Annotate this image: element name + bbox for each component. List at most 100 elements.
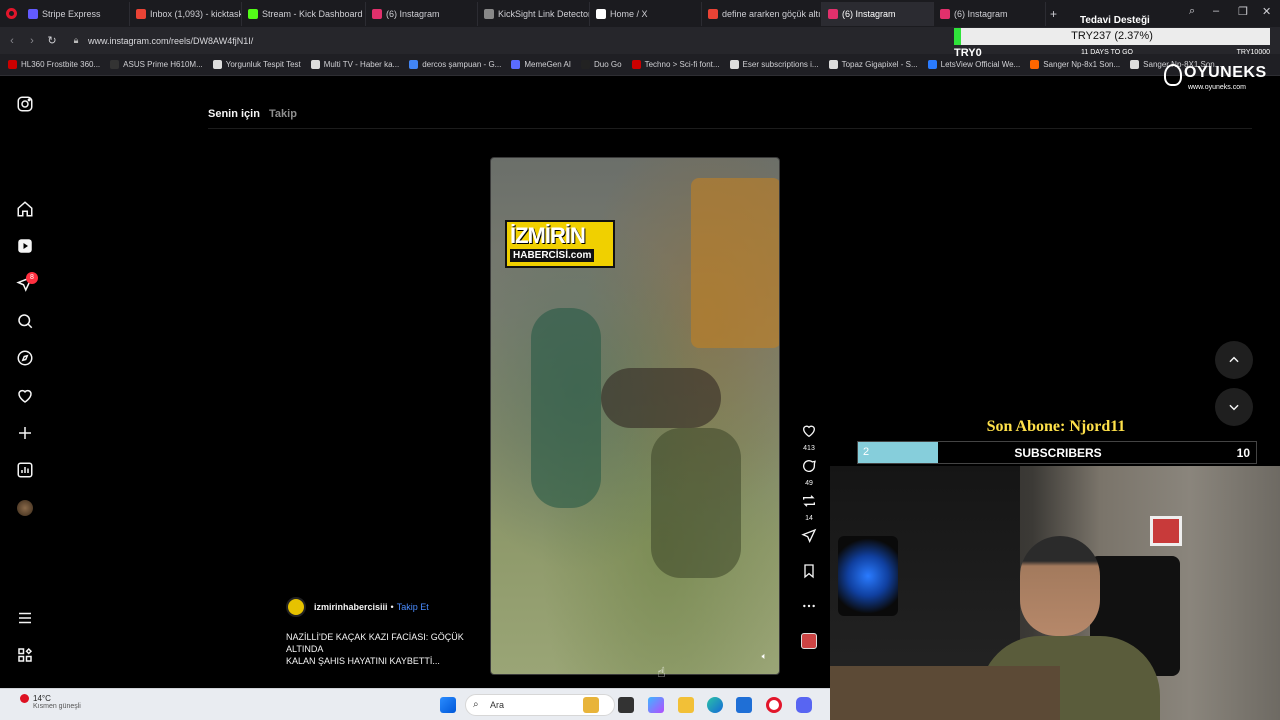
bookmark-label: dercos şampuan - G...	[422, 60, 502, 69]
tab-favicon-icon	[596, 8, 606, 19]
sponsor-icon	[1164, 64, 1182, 86]
weather-desc: Kısmen güneşli	[33, 703, 81, 710]
audio-thumbnail[interactable]	[796, 633, 822, 654]
bookmark-favicon-icon	[8, 60, 17, 69]
feed-divider	[208, 128, 1252, 129]
more-icon	[803, 604, 815, 608]
donation-title: Tedavi Desteği	[1080, 15, 1150, 26]
person-crouching	[651, 428, 741, 578]
bookmark-favicon-icon	[828, 60, 838, 69]
tab-for-you[interactable]: Senin için	[208, 108, 260, 120]
store-icon[interactable]	[736, 697, 752, 713]
bookmark-item[interactable]: HL360 Frostbite 360...	[8, 60, 100, 69]
bookmark-item[interactable]: Techno > Sci-fi font...	[631, 60, 720, 69]
comment-button[interactable]: 49	[796, 458, 822, 487]
reload-icon[interactable]: ↻	[42, 34, 62, 47]
file-explorer-icon[interactable]	[678, 697, 694, 713]
bookmark-favicon-icon	[409, 60, 419, 69]
save-button[interactable]	[796, 563, 822, 584]
chevron-up-icon	[1229, 356, 1239, 363]
windows-taskbar: 14°C Kısmen güneşli ⌕ Ara	[0, 688, 830, 720]
repost-icon	[803, 495, 815, 507]
search-icon[interactable]	[16, 312, 34, 330]
start-icon[interactable]	[440, 697, 456, 713]
bookmark-favicon-icon	[310, 60, 320, 69]
lock-icon: 🔒︎	[73, 35, 79, 45]
share-button[interactable]	[796, 528, 822, 549]
forward-icon[interactable]: ›	[22, 35, 42, 47]
bookmark-item[interactable]: Multi TV - Haber ka...	[310, 60, 399, 69]
reel-video[interactable]: İZMİRİN HABERCİSİ.com 🔈︎	[490, 157, 780, 675]
browser-tab[interactable]: Stream - Kick Dashboard	[242, 1, 366, 26]
taskbar-search-placeholder: Ara	[490, 700, 505, 710]
browser-tab[interactable]: Inbox (1,093) - kicktaskine	[130, 1, 242, 26]
browser-tab[interactable]: KickSight Link Detector	[478, 1, 590, 26]
bookmark-label: Topaz Gigapixel - S...	[841, 60, 918, 69]
bookmark-item[interactable]: Eser subscriptions i...	[729, 60, 819, 69]
follow-button[interactable]: Takip Et	[397, 601, 429, 613]
mute-icon[interactable]: 🔈︎	[762, 651, 767, 662]
news-logo: İZMİRİN HABERCİSİ.com	[505, 220, 615, 268]
explore-icon[interactable]	[16, 349, 34, 367]
bookmark-item[interactable]: dercos şampuan - G...	[409, 60, 501, 69]
more-options-button[interactable]	[796, 598, 822, 619]
caption-line-2: KALAN ŞAHIS HAYATINI KAYBETTİ...	[286, 656, 440, 666]
bookmark-item[interactable]: Duo Go	[581, 60, 622, 69]
tab-following[interactable]: Takip	[269, 108, 297, 120]
profile-avatar[interactable]	[17, 500, 33, 516]
home-icon[interactable]	[16, 200, 34, 218]
subscriber-goal-bar: 2 SUBSCRIBERS 10	[857, 441, 1257, 464]
dashboard-icon[interactable]	[16, 461, 34, 479]
edge-icon[interactable]	[707, 697, 723, 713]
bookmark-label: Yorgunluk Tespit Test	[225, 60, 301, 69]
browser-tab[interactable]: Stripe Express	[22, 1, 130, 26]
more-apps-icon[interactable]	[16, 646, 34, 664]
bookmark-favicon-icon	[927, 60, 937, 69]
repost-button[interactable]: 14	[796, 493, 822, 522]
webcam-wall-frame	[1150, 516, 1182, 546]
menu-icon[interactable]	[16, 609, 34, 627]
browser-tab[interactable]: Home / X	[590, 1, 702, 26]
tab-label: Inbox (1,093) - kicktaskine	[150, 8, 242, 19]
previous-reel-button[interactable]	[1215, 341, 1253, 379]
browser-tab[interactable]: (6) Instagram	[822, 1, 934, 26]
instagram-logo-icon[interactable]	[16, 95, 34, 113]
webcam-pc-case	[838, 536, 898, 616]
browser-tab[interactable]: define ararken göçük altı	[702, 1, 822, 26]
comment-count: 49	[805, 480, 813, 487]
browser-tab[interactable]: (6) Instagram	[366, 1, 478, 26]
bookmark-item[interactable]: ASUS Prime H610M...	[110, 60, 203, 69]
tab-label: define ararken göçük altı	[722, 8, 821, 19]
author-name[interactable]: izmirinhabercisiii	[314, 601, 388, 613]
webcam-streamer-head	[1020, 536, 1100, 636]
tab-label: Home / X	[610, 8, 648, 19]
tab-favicon-icon	[828, 8, 838, 19]
bookmark-label: MemeGen AI	[524, 60, 572, 69]
caption-line-1: NAZİLLİ'DE KAÇAK KAZI FACİASI: GÖÇÜK ALT…	[286, 632, 464, 654]
author-separator: •	[390, 602, 394, 612]
bookmark-item[interactable]: Topaz Gigapixel - S...	[828, 60, 918, 69]
bookmark-item[interactable]: Yorgunluk Tespit Test	[212, 60, 301, 69]
bookmark-favicon-icon	[110, 60, 120, 69]
discord-icon[interactable]	[796, 697, 812, 713]
task-view-icon[interactable]	[618, 697, 634, 713]
tab-favicon-icon	[28, 8, 38, 19]
tab-label: KickSight Link Detector	[498, 8, 590, 19]
weather-alert-icon	[20, 694, 29, 703]
search-icon: ⌕	[473, 699, 479, 710]
weather-widget[interactable]: 14°C Kısmen güneşli	[10, 694, 81, 710]
back-icon[interactable]: ‹	[2, 35, 22, 47]
copilot-icon[interactable]	[648, 697, 664, 713]
url-field[interactable]: www.instagram.com/reels/DW8AW4fjN1I/	[88, 36, 253, 46]
reels-icon[interactable]	[16, 237, 34, 255]
bookmark-item[interactable]: MemeGen AI	[511, 60, 571, 69]
author-avatar[interactable]	[286, 597, 306, 617]
like-button[interactable]: 413	[796, 423, 822, 452]
create-icon[interactable]	[16, 424, 34, 442]
opera-icon[interactable]	[766, 697, 782, 713]
post-caption: izmirinhabercisiii • Takip Et NAZİLLİ'DE…	[286, 597, 476, 667]
opera-logo-icon[interactable]	[0, 2, 22, 26]
search-highlight-icon[interactable]	[583, 697, 599, 713]
heart-icon[interactable]	[16, 387, 34, 405]
tab-favicon-icon	[940, 8, 950, 19]
